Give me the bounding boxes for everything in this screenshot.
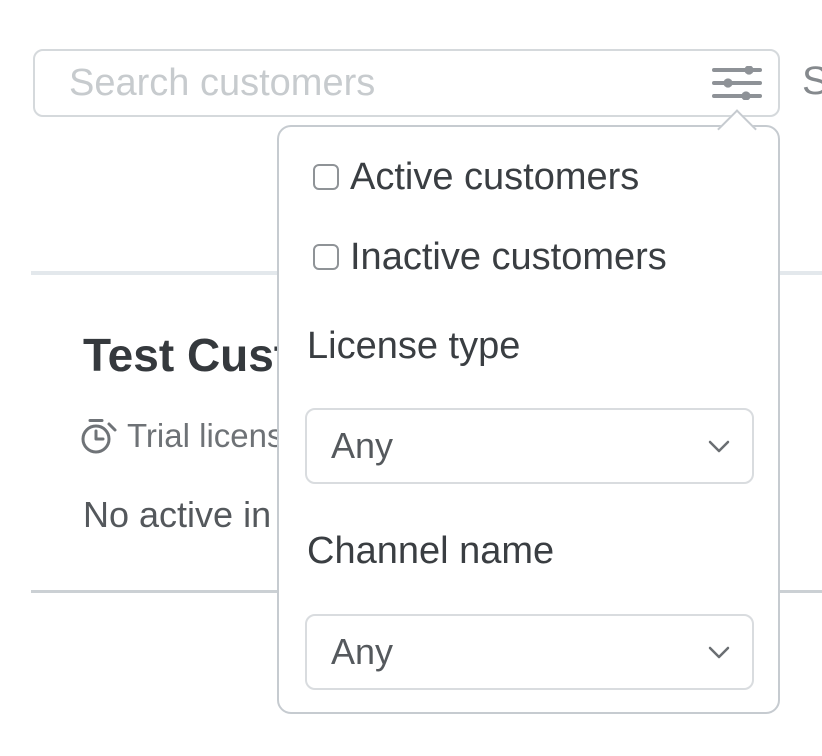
license-text: Trial licens bbox=[127, 417, 283, 455]
timer-icon bbox=[80, 418, 118, 455]
inactive-customers-checkbox-row[interactable]: Inactive customers bbox=[313, 234, 667, 280]
inactive-customers-checkbox[interactable] bbox=[313, 244, 339, 270]
chevron-down-icon bbox=[708, 646, 730, 659]
customer-name: Test Cust bbox=[83, 332, 289, 378]
search-input[interactable] bbox=[35, 51, 778, 115]
customer-status-text: No active in bbox=[83, 495, 271, 535]
filter-button[interactable] bbox=[710, 63, 764, 103]
license-type-label: License type bbox=[307, 324, 520, 370]
active-customers-checkbox[interactable] bbox=[313, 164, 339, 190]
channel-name-value: Any bbox=[331, 631, 393, 673]
license-type-select[interactable]: Any bbox=[305, 408, 754, 484]
license-type-value: Any bbox=[331, 425, 393, 467]
checkbox-label: Inactive customers bbox=[350, 234, 667, 280]
active-customers-checkbox-row[interactable]: Active customers bbox=[313, 154, 639, 200]
customer-search-page: { "search": { "placeholder": "Search cus… bbox=[0, 0, 822, 756]
truncated-right-text: S bbox=[802, 61, 822, 101]
search-bar bbox=[33, 49, 780, 117]
channel-name-label: Channel name bbox=[307, 529, 554, 575]
filter-popover: Active customers Inactive customers Lice… bbox=[277, 125, 780, 714]
sliders-icon bbox=[712, 66, 762, 100]
checkbox-label: Active customers bbox=[350, 154, 639, 200]
license-row: Trial licens bbox=[80, 417, 283, 455]
channel-name-select[interactable]: Any bbox=[305, 614, 754, 690]
chevron-down-icon bbox=[708, 440, 730, 453]
